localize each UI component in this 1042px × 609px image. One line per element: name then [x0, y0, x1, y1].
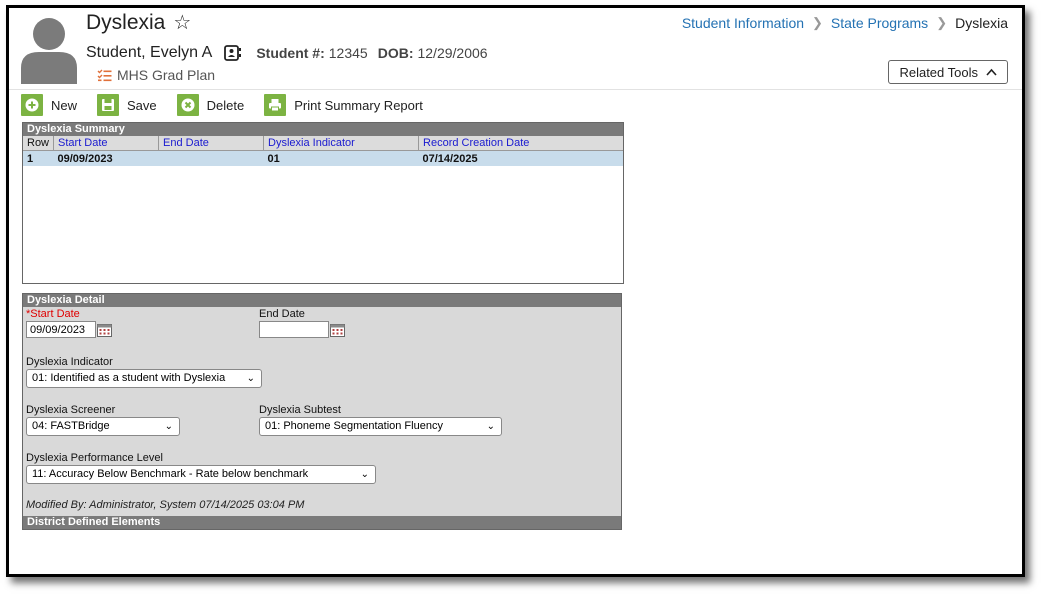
dyslexia-summary-panel: Dyslexia Summary Row Start Date End Date… [22, 122, 624, 284]
plus-circle-icon [21, 94, 43, 116]
student-number-label: Student #: [256, 45, 325, 61]
dyslexia-screener-value: 04: FASTBridge [32, 420, 110, 432]
grad-plan-label: MHS Grad Plan [117, 67, 216, 83]
dyslexia-indicator-value: 01: Identified as a student with Dyslexi… [32, 372, 226, 384]
end-date-input[interactable] [259, 321, 329, 338]
chevron-down-icon: ⌄ [164, 421, 173, 432]
breadcrumb-student-information[interactable]: Student Information [682, 15, 804, 31]
chevron-down-icon: ⌄ [246, 373, 255, 384]
table-row[interactable]: 1 09/09/2023 01 07/14/2025 [23, 150, 623, 166]
save-icon [97, 94, 120, 116]
dob-label: DOB: [377, 45, 414, 61]
chevron-down-icon: ⌄ [486, 421, 495, 432]
breadcrumb: Student Information ❯ State Programs ❯ D… [682, 15, 1008, 31]
chevron-down-icon: ⌄ [360, 469, 369, 480]
modified-by-text: Modified By: Administrator, System 07/14… [26, 499, 305, 511]
start-date-input[interactable]: 09/09/2023 [26, 321, 96, 338]
calendar-icon[interactable] [330, 323, 345, 337]
breadcrumb-state-programs[interactable]: State Programs [831, 15, 928, 31]
printer-icon [264, 94, 287, 116]
dyslexia-screener-label: Dyslexia Screener [26, 404, 116, 416]
dyslexia-performance-label: Dyslexia Performance Level [26, 452, 163, 464]
breadcrumb-dyslexia: Dyslexia [955, 15, 1008, 31]
dob-value: 12/29/2006 [417, 45, 488, 61]
dyslexia-indicator-label: Dyslexia Indicator [26, 356, 113, 368]
print-summary-label: Print Summary Report [294, 97, 423, 113]
star-outline-icon[interactable]: ☆ [173, 13, 191, 33]
summary-title: Dyslexia Summary [23, 123, 623, 136]
new-label: New [51, 97, 78, 113]
cell-dyslexia-indicator: 01 [263, 150, 419, 166]
chevron-right-icon: ❯ [936, 15, 948, 30]
page-title: Dyslexia [86, 11, 166, 34]
column-header-record-creation-date[interactable]: Record Creation Date [418, 136, 623, 151]
chevron-up-icon [986, 68, 997, 76]
end-date-label: End Date [259, 308, 305, 320]
column-header-dyslexia-indicator[interactable]: Dyslexia Indicator [263, 136, 420, 151]
save-button[interactable]: Save [97, 94, 157, 116]
summary-table: Row Start Date End Date Dyslexia Indicat… [23, 136, 623, 166]
dyslexia-detail-panel: Dyslexia Detail *Start Date 09/09/2023 E… [22, 293, 622, 530]
action-toolbar: New Save Delete Print Summary Report [21, 94, 443, 116]
detail-title: Dyslexia Detail [23, 294, 621, 307]
cell-row: 1 [23, 150, 54, 166]
dyslexia-performance-value: 11: Accuracy Below Benchmark - Rate belo… [32, 468, 309, 480]
dyslexia-indicator-select[interactable]: 01: Identified as a student with Dyslexi… [26, 369, 262, 388]
delete-x-icon [176, 94, 199, 116]
dyslexia-subtest-value: 01: Phoneme Segmentation Fluency [265, 420, 443, 432]
calendar-icon[interactable] [97, 323, 112, 337]
related-tools-button[interactable]: Related Tools [888, 60, 1008, 84]
avatar [21, 18, 77, 84]
checklist-icon [97, 69, 112, 81]
cell-record-creation-date: 07/14/2025 [418, 150, 623, 166]
save-label: Save [127, 97, 157, 113]
student-name: Student, Evelyn A [86, 44, 213, 61]
cell-end-date [158, 150, 264, 166]
student-info: Student, Evelyn A Student #: 12345 DOB: … [86, 44, 498, 62]
dyslexia-performance-select[interactable]: 11: Accuracy Below Benchmark - Rate belo… [26, 465, 376, 484]
header-divider [9, 89, 1022, 90]
print-summary-button[interactable]: Print Summary Report [264, 94, 423, 116]
column-header-start-date[interactable]: Start Date [53, 136, 160, 151]
dyslexia-subtest-select[interactable]: 01: Phoneme Segmentation Fluency ⌄ [259, 417, 502, 436]
column-header-row[interactable]: Row [23, 136, 55, 151]
page-title-row: Dyslexia ☆ [86, 11, 191, 35]
delete-label: Delete [206, 97, 245, 113]
new-button[interactable]: New [21, 94, 77, 116]
student-number: 12345 [328, 45, 368, 61]
column-header-end-date[interactable]: End Date [158, 136, 265, 151]
cell-start-date: 09/09/2023 [53, 150, 159, 166]
dyslexia-subtest-label: Dyslexia Subtest [259, 404, 341, 416]
grad-plan-link[interactable]: MHS Grad Plan [97, 67, 215, 83]
delete-button[interactable]: Delete [176, 94, 245, 116]
start-date-label: *Start Date [26, 308, 80, 320]
related-tools-label: Related Tools [899, 64, 978, 80]
chevron-right-icon: ❯ [812, 15, 823, 30]
district-defined-elements-header[interactable]: District Defined Elements [23, 516, 621, 529]
id-card-icon[interactable] [224, 44, 242, 62]
dyslexia-screener-select[interactable]: 04: FASTBridge ⌄ [26, 417, 180, 436]
app-window: Dyslexia ☆ Student, Evelyn A Student #: … [6, 5, 1025, 577]
